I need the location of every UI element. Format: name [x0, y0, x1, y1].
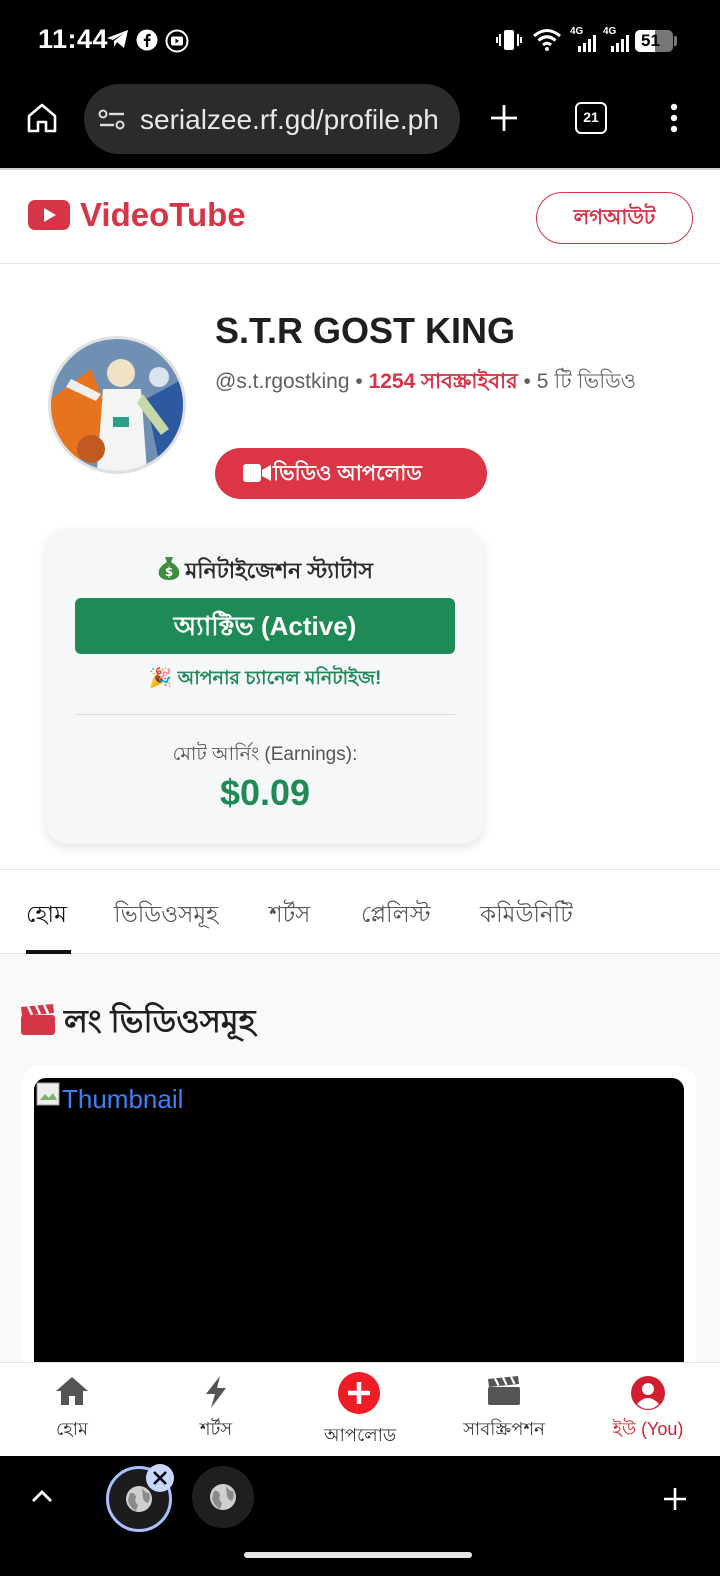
globe-icon	[126, 1486, 152, 1512]
tab-thumbnail[interactable]	[192, 1466, 254, 1528]
video-upload-button[interactable]: ভিডিও আপলোড	[215, 448, 487, 499]
status-time: 11:44	[38, 24, 109, 54]
signal-icon-2: 4G	[603, 26, 631, 52]
nav-upload[interactable]: আপলোড	[288, 1363, 432, 1457]
channel-handle: @s.t.rgostking	[215, 370, 350, 393]
subscriber-count: 1254 সাবস্ক্রাইবার	[368, 370, 518, 393]
broken-image-icon	[36, 1082, 60, 1106]
add-tab-icon[interactable]	[662, 1486, 688, 1512]
channel-name: S.T.R GOST KING	[215, 310, 516, 351]
active-tab-indicator	[26, 950, 71, 954]
thumbnail-alt-text: Thumbnail	[62, 1084, 184, 1114]
wifi-icon	[533, 29, 561, 51]
svg-text:$: $	[165, 565, 173, 579]
channel-tabs: হোম ভিডিওসমূহ শর্টস প্লেলিস্ট কমিউনিটি	[0, 870, 720, 954]
meta-separator-2: •	[517, 370, 537, 393]
close-icon	[153, 1471, 167, 1485]
earnings-label: মোট আর্নিং (Earnings):	[172, 744, 358, 765]
monetization-status-badge: অ্যাক্টিভ (Active)	[75, 598, 455, 654]
more-menu-icon[interactable]	[668, 102, 680, 134]
bottom-navigation: হোম শর্টস আপলোড সাবস্ক্রিপশন ইউ (You)	[0, 1362, 720, 1456]
upload-button-label: ভিডিও আপলোড	[273, 462, 422, 485]
divider	[75, 714, 455, 715]
video-count: 5 টি ভিডিও	[536, 370, 637, 393]
url-text[interactable]: serialzee.rf.gd/profile.ph	[140, 104, 450, 136]
money-bag-icon: $	[158, 557, 180, 580]
gesture-home-bar[interactable]	[244, 1552, 472, 1558]
browser-toolbar: serialzee.rf.gd/profile.ph 21	[0, 80, 720, 168]
tab-switcher-button[interactable]: 21	[575, 102, 607, 134]
chevron-up-icon[interactable]	[30, 1488, 54, 1504]
plus-circle-icon	[338, 1372, 380, 1414]
logout-button[interactable]: লগআউট	[536, 192, 693, 244]
nav-you[interactable]: ইউ (You)	[576, 1363, 720, 1457]
tab-shorts[interactable]: শর্টস	[269, 896, 310, 935]
new-tab-icon[interactable]	[488, 102, 520, 134]
web-page: VideoTube লগআউট S.T.R GOST KING @s.t.rgo…	[0, 168, 720, 1462]
youtube-logo-icon	[28, 200, 70, 230]
user-circle-icon	[631, 1376, 665, 1410]
tab-community[interactable]: কমিউনিটি	[480, 896, 573, 935]
close-tab-button[interactable]	[146, 1464, 174, 1492]
monetization-card: $ মনিটাইজেশন স্ট্যাটাস অ্যাক্টিভ (Active…	[46, 528, 484, 844]
tab-home[interactable]: হোম	[26, 896, 67, 935]
signal-icon: 4G	[570, 26, 598, 52]
facebook-icon	[136, 29, 158, 51]
home-icon	[56, 1377, 88, 1405]
tab-videos[interactable]: ভিডিওসমূহ	[114, 896, 218, 935]
clapperboard-icon	[488, 1376, 520, 1405]
bolt-icon	[206, 1376, 226, 1408]
monetization-title: $ মনিটাইজেশন স্ট্যাটাস	[46, 554, 484, 591]
tab-playlists[interactable]: প্লেলিস্ট	[361, 896, 431, 935]
video-app-icon	[165, 29, 189, 53]
battery-icon: 51	[635, 30, 679, 52]
browser-tab-strip	[0, 1456, 720, 1576]
address-bar[interactable]: serialzee.rf.gd/profile.ph	[84, 84, 460, 154]
clapperboard-icon	[21, 1004, 55, 1035]
site-header: VideoTube লগআউট	[0, 168, 720, 264]
nav-home[interactable]: হোম	[0, 1363, 144, 1457]
site-settings-icon[interactable]	[98, 108, 126, 132]
globe-icon	[210, 1484, 236, 1510]
vibrate-icon	[496, 30, 522, 50]
section-title: লং ভিডিওসমূহ	[20, 996, 256, 1050]
channel-avatar[interactable]	[48, 336, 186, 474]
monetization-message: 🎉 আপনার চ্যানেল মনিটাইজ!	[148, 668, 382, 689]
home-icon[interactable]	[26, 102, 58, 134]
video-camera-icon	[243, 464, 271, 482]
nav-shorts[interactable]: শর্টস	[144, 1363, 288, 1457]
telegram-icon	[107, 30, 128, 48]
status-bar: 11:44 4G 4G 51	[0, 0, 720, 80]
channel-profile: S.T.R GOST KING @s.t.rgostking • 1254 সা…	[0, 264, 720, 870]
site-brand[interactable]: VideoTube	[80, 196, 246, 234]
channel-meta: @s.t.rgostking • 1254 সাবস্ক্রাইবার • 5 …	[215, 364, 665, 399]
meta-separator: •	[349, 370, 369, 393]
nav-subscriptions[interactable]: সাবস্ক্রিপশন	[432, 1363, 576, 1457]
earnings-value: $0.09	[219, 772, 311, 813]
